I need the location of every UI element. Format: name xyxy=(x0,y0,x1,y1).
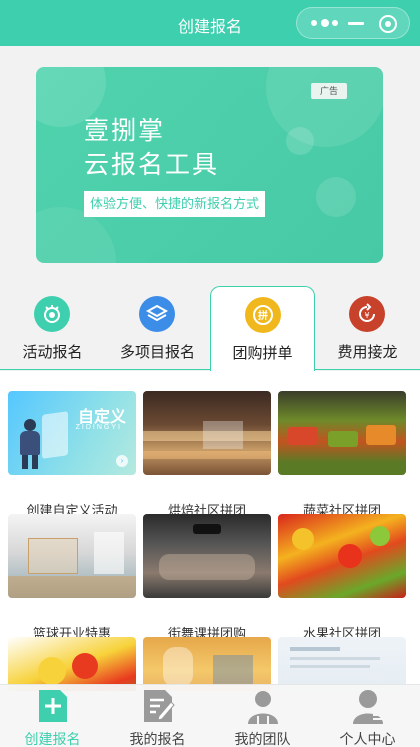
layers-icon xyxy=(139,296,175,332)
thumb-subtitle: ZIDINGYI xyxy=(75,424,122,431)
banner-headline: 云报名工具 xyxy=(84,151,220,179)
template-grid: 自定义 ZIDINGYI › 创建自定义活动 烘焙社区拼团 蔬菜社区拼团 篮球开… xyxy=(0,371,420,691)
team-icon xyxy=(246,688,280,724)
person-illustration-icon xyxy=(18,419,42,469)
app-header: 创建报名 xyxy=(0,0,420,46)
nav-label: 个人中心 xyxy=(339,731,396,747)
template-thumbnail xyxy=(8,637,136,691)
nav-create-signup[interactable]: 创建报名 xyxy=(0,685,105,747)
nav-profile[interactable]: 个人中心 xyxy=(315,685,420,747)
svg-text:拼: 拼 xyxy=(258,309,268,322)
tab-fee-relay[interactable]: ¥ 费用接龙 xyxy=(315,286,420,370)
banner-section: 广告 壹捌掌 云报名工具 体验方便、快捷的新报名方式 xyxy=(0,46,420,286)
nav-label: 我的报名 xyxy=(129,731,186,747)
promo-banner[interactable]: 广告 壹捌掌 云报名工具 体验方便、快捷的新报名方式 xyxy=(36,67,383,263)
template-thumbnail xyxy=(8,514,136,598)
tab-label: 费用接龙 xyxy=(337,344,398,361)
bottom-nav: 创建报名 我的报名 我的团队 个人中心 xyxy=(0,684,420,747)
tab-group-buy[interactable]: 拼 团购拼单 xyxy=(210,286,315,371)
template-thumbnail xyxy=(143,637,271,691)
template-thumbnail xyxy=(278,637,406,691)
template-thumbnail xyxy=(278,514,406,598)
ad-badge: 广告 xyxy=(311,83,347,99)
close-icon[interactable] xyxy=(379,15,397,33)
nav-label: 我的团队 xyxy=(234,731,291,747)
nav-label: 创建报名 xyxy=(24,731,81,747)
banner-tagline: 体验方便、快捷的新报名方式 xyxy=(84,191,266,217)
template-thumbnail xyxy=(278,391,406,475)
category-tabs: 活动报名 多项目报名 拼 团购拼单 ¥ 费用接龙 xyxy=(0,286,420,371)
edit-doc-icon xyxy=(141,688,175,724)
tab-multi-project[interactable]: 多项目报名 xyxy=(105,286,210,370)
group-buy-icon: 拼 xyxy=(245,297,281,333)
tab-label: 多项目报名 xyxy=(119,344,195,361)
fee-relay-icon: ¥ xyxy=(349,296,385,332)
more-icon[interactable] xyxy=(311,19,339,28)
mini-program-capsule xyxy=(296,7,410,39)
banner-brand: 壹捌掌 xyxy=(84,117,166,145)
chevron-right-icon: › xyxy=(116,455,128,467)
nav-my-team[interactable]: 我的团队 xyxy=(210,685,315,747)
svg-text:¥: ¥ xyxy=(364,311,369,320)
template-thumbnail xyxy=(143,514,271,598)
plus-doc-icon xyxy=(36,688,70,724)
activity-badge-icon xyxy=(34,296,70,332)
template-thumbnail xyxy=(143,391,271,475)
tab-label: 团购拼单 xyxy=(232,345,293,362)
template-thumbnail: 自定义 ZIDINGYI › xyxy=(8,391,136,475)
minimize-icon[interactable] xyxy=(348,22,364,25)
tab-label: 活动报名 xyxy=(22,344,83,361)
tab-activity-signup[interactable]: 活动报名 xyxy=(0,286,105,370)
user-icon xyxy=(351,688,385,724)
nav-my-signups[interactable]: 我的报名 xyxy=(105,685,210,747)
